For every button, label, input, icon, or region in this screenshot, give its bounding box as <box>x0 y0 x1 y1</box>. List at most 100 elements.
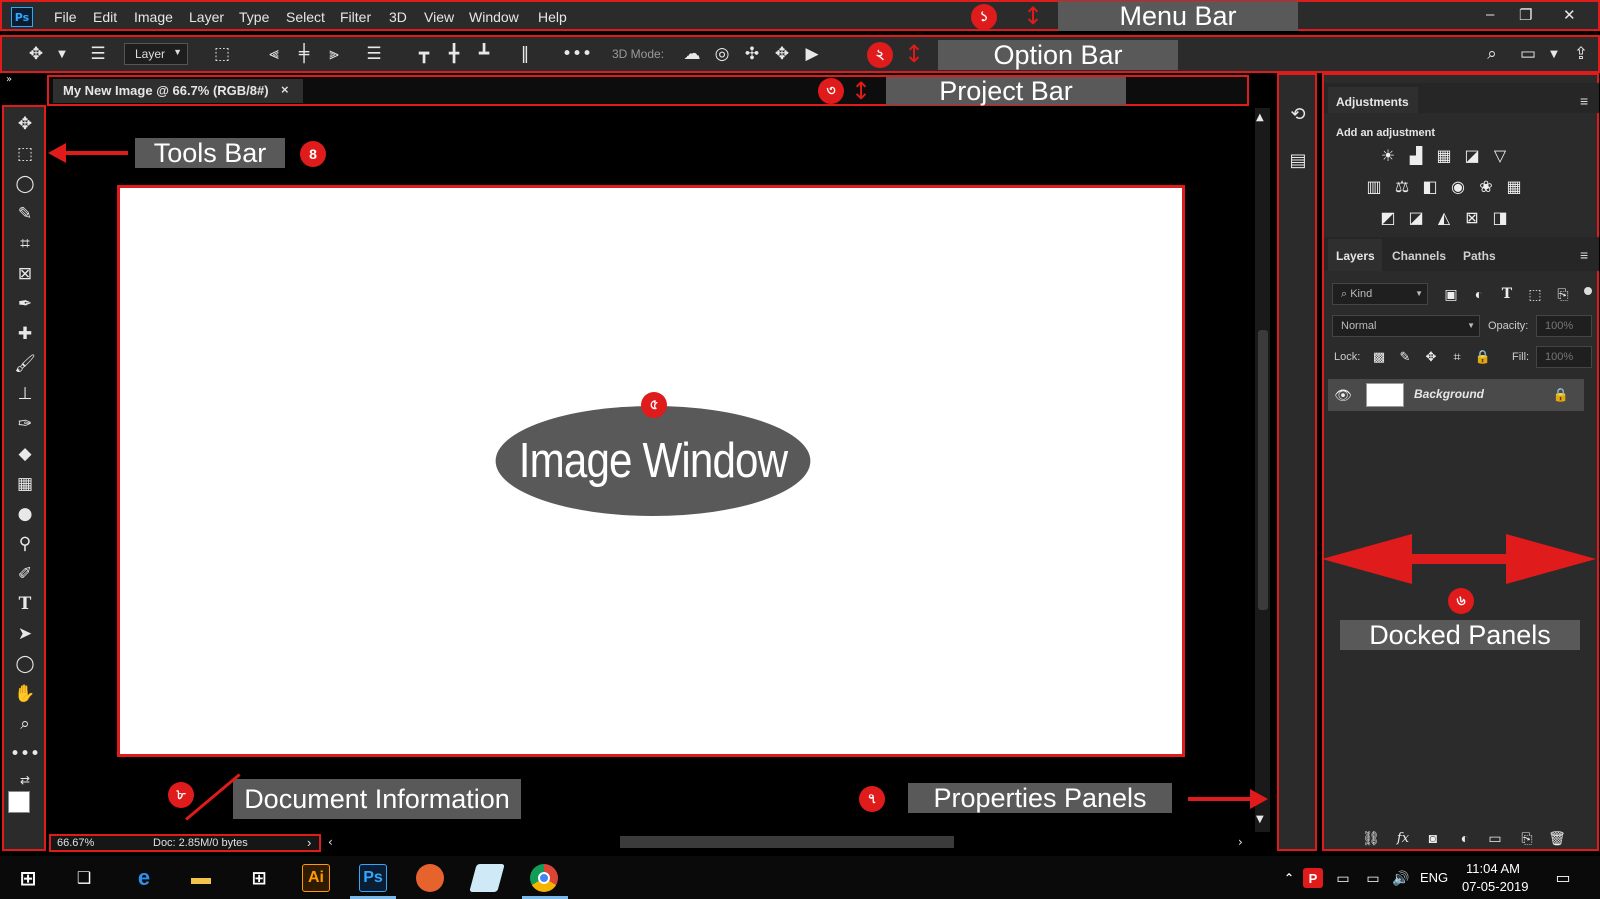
history-brush-tool-icon[interactable]: ✑ <box>12 411 38 437</box>
black-white-icon[interactable]: ◧ <box>1419 176 1441 198</box>
eyedropper-tool-icon[interactable]: ✒ <box>12 291 38 317</box>
curves-icon[interactable]: ▦ <box>1433 145 1455 167</box>
blur-tool-icon[interactable]: ● <box>12 501 38 527</box>
selective-color-icon[interactable]: ⊠ <box>1461 207 1483 229</box>
scroll-right-icon[interactable]: › <box>1238 835 1243 849</box>
color-balance-icon[interactable]: ⚖ <box>1391 176 1413 198</box>
lock-position-icon[interactable]: ✥ <box>1420 346 1442 368</box>
channel-mixer-icon[interactable]: ❀ <box>1475 176 1497 198</box>
brightness-icon[interactable]: ☀ <box>1377 145 1399 167</box>
menu-view[interactable]: View <box>424 9 454 25</box>
slide-3d-icon[interactable]: ✥ <box>770 42 794 66</box>
levels-icon[interactable]: ▟ <box>1405 145 1427 167</box>
more-options-icon[interactable]: ••• <box>562 42 592 66</box>
photo-filter-icon[interactable]: ◉ <box>1447 176 1469 198</box>
lock-artboard-icon[interactable]: ⌗ <box>1446 346 1468 368</box>
auto-select-dropdown[interactable]: Layer ▼ <box>124 43 188 65</box>
frame-tool-icon[interactable]: ⊠ <box>12 261 38 287</box>
eye-visibility-icon[interactable]: 👁 <box>1332 384 1354 406</box>
workspace-icon[interactable]: ▭ <box>1516 42 1540 66</box>
restore-button[interactable]: ❐ <box>1519 6 1532 24</box>
posterize-icon[interactable]: ◪ <box>1405 207 1427 229</box>
vibrance-icon[interactable]: ▽ <box>1489 145 1511 167</box>
distribute-icon[interactable]: ☰ <box>362 42 386 66</box>
filter-type-icon[interactable]: T <box>1496 283 1518 305</box>
threshold-icon[interactable]: ◭ <box>1433 207 1455 229</box>
lock-transparent-icon[interactable]: ▩ <box>1368 346 1390 368</box>
crop-tool-icon[interactable]: ⌗ <box>12 231 38 257</box>
align-left-icon[interactable]: ⫷ <box>262 42 286 66</box>
horizontal-scroll-thumb[interactable] <box>620 836 954 848</box>
history-panel-icon[interactable]: ⟲ <box>1285 101 1311 127</box>
blend-mode-select[interactable]: Normal ▼ <box>1332 315 1480 337</box>
filter-pixel-icon[interactable]: ▣ <box>1440 283 1462 305</box>
transform-controls-icon[interactable]: ⬚ <box>210 42 234 66</box>
exposure-icon[interactable]: ◪ <box>1461 145 1483 167</box>
scroll-down-icon[interactable]: ▼ <box>1256 814 1264 825</box>
expand-panel-icon[interactable]: » <box>6 74 12 85</box>
align-top-icon[interactable]: ┳ <box>412 42 436 66</box>
volume-icon[interactable]: 🔊 <box>1387 864 1415 892</box>
scroll-up-icon[interactable]: ▲ <box>1256 112 1264 123</box>
type-tool-icon[interactable]: T <box>12 591 38 617</box>
menu-edit[interactable]: Edit <box>93 9 117 25</box>
lasso-tool-icon[interactable]: ◯ <box>12 171 38 197</box>
notes-app-icon[interactable] <box>469 864 505 892</box>
chevron-right-icon[interactable]: › <box>307 835 311 850</box>
new-adjustment-icon[interactable]: ◐ <box>1454 827 1476 849</box>
chevron-up-icon[interactable]: ⌃ <box>1275 864 1303 892</box>
eraser-tool-icon[interactable]: ◆ <box>12 441 38 467</box>
layer-row-background[interactable]: 👁 Background 🔒 <box>1328 379 1584 411</box>
hand-tool-icon[interactable]: ✋ <box>12 681 38 707</box>
filter-shape-icon[interactable]: ⬚ <box>1524 283 1546 305</box>
pan-3d-icon[interactable]: ✣ <box>740 42 764 66</box>
panel-menu-icon[interactable]: ≡ <box>1580 93 1588 109</box>
brush-tool-icon[interactable]: 🖌 <box>12 351 38 377</box>
zoom-tool-icon[interactable]: ⌕ <box>12 711 38 737</box>
move-tool-icon[interactable]: ✥ <box>24 42 48 66</box>
filter-adjustment-icon[interactable]: ◐ <box>1468 283 1490 305</box>
auto-select-layers-icon[interactable]: ☰ <box>86 42 110 66</box>
menu-select[interactable]: Select <box>286 9 325 25</box>
align-middle-icon[interactable]: ╋ <box>442 42 466 66</box>
close-tab-icon[interactable]: × <box>281 82 289 97</box>
scroll-left-icon[interactable]: ‹ <box>328 835 333 849</box>
minimize-button[interactable]: – <box>1486 6 1494 23</box>
gradient-map-icon[interactable]: ◨ <box>1489 207 1511 229</box>
camera-3d-icon[interactable]: ▶ <box>800 42 824 66</box>
gradient-tool-icon[interactable]: ▦ <box>12 471 38 497</box>
panel-menu-icon[interactable]: ≡ <box>1580 247 1588 263</box>
properties-panel-icon[interactable]: ▤ <box>1285 147 1311 173</box>
chrome-icon[interactable] <box>530 864 558 892</box>
menu-file[interactable]: File <box>54 9 77 25</box>
marquee-tool-icon[interactable]: ⬚ <box>12 141 38 167</box>
menu-type[interactable]: Type <box>239 9 269 25</box>
foreground-color-swatch[interactable] <box>8 791 30 813</box>
clone-stamp-tool-icon[interactable]: ⊥ <box>12 381 38 407</box>
layer-filter-kind[interactable]: ⌕ Kind ▼ <box>1332 283 1428 305</box>
channels-tab[interactable]: Channels <box>1392 249 1446 263</box>
align-bottom-icon[interactable]: ┻ <box>472 42 496 66</box>
align-center-icon[interactable]: ╪ <box>292 42 316 66</box>
vertical-scroll-thumb[interactable] <box>1258 330 1268 610</box>
link-layers-icon[interactable]: ⛓ <box>1360 827 1382 849</box>
color-lookup-icon[interactable]: ▦ <box>1503 176 1525 198</box>
opacity-input[interactable]: 100% <box>1536 315 1592 337</box>
lock-all-icon[interactable]: 🔒 <box>1472 346 1494 368</box>
close-window-button[interactable]: ✕ <box>1563 6 1576 24</box>
distribute-spacing-icon[interactable]: ‖ <box>513 42 537 66</box>
new-layer-icon[interactable]: ⎘ <box>1516 827 1538 849</box>
document-tab[interactable]: My New Image @ 66.7% (RGB/8#) × <box>53 79 303 103</box>
menu-3d[interactable]: 3D <box>389 9 407 25</box>
path-selection-tool-icon[interactable]: ➤ <box>12 621 38 647</box>
menu-filter[interactable]: Filter <box>340 9 371 25</box>
delete-layer-icon[interactable]: 🗑 <box>1546 827 1568 849</box>
photoshop-icon[interactable]: Ps <box>359 864 387 892</box>
chevron-down-icon[interactable]: ▼ <box>50 42 74 66</box>
menu-window[interactable]: Window <box>469 9 519 25</box>
image-canvas[interactable]: Image Window <box>117 185 1185 757</box>
pdf-tray-icon[interactable]: P <box>1303 868 1323 888</box>
windows-start-icon[interactable]: ⊞ <box>14 864 42 892</box>
swap-colors-icon[interactable]: ⇄ <box>12 767 38 793</box>
menu-help[interactable]: Help <box>538 9 567 25</box>
